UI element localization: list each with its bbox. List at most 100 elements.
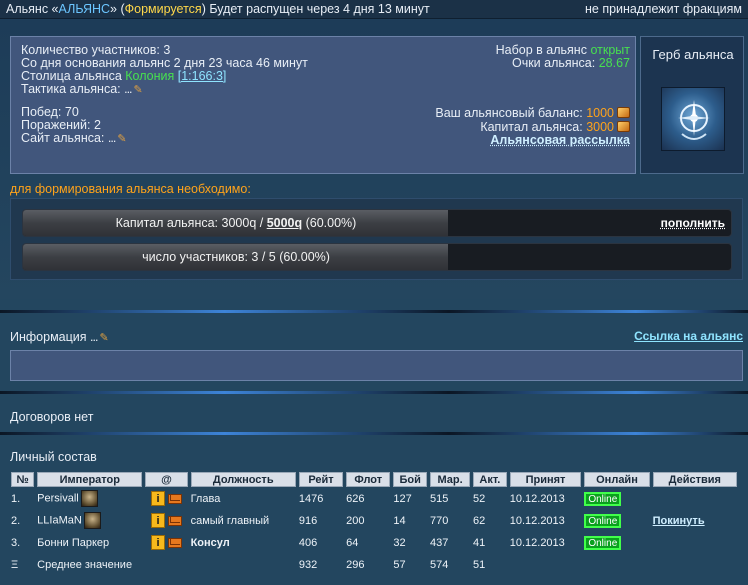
capital-name: Колония bbox=[125, 69, 175, 83]
player-name[interactable]: LLIaMaN bbox=[37, 514, 82, 526]
row-icons: i bbox=[145, 488, 187, 509]
alliance-emblem-panel: Герб альянса bbox=[640, 36, 744, 174]
row-joined: 10.12.2013 bbox=[509, 492, 565, 505]
avg-battle: 57 bbox=[393, 558, 406, 571]
col-joined[interactable]: Принят bbox=[509, 472, 582, 487]
divider bbox=[0, 432, 748, 435]
tactics-label: Тактика альянса: bbox=[21, 82, 125, 96]
emblem-image bbox=[661, 87, 725, 151]
info-icon[interactable]: i bbox=[151, 491, 166, 506]
info-icon[interactable]: i bbox=[151, 513, 166, 528]
row-action: Покинуть bbox=[653, 510, 737, 531]
col-mail: @ bbox=[145, 472, 188, 487]
members-table: № Император @ Должность Рейт Флот Бой Ма… bbox=[8, 471, 740, 576]
row-fleet: 200 bbox=[346, 514, 365, 527]
row-num: 3. bbox=[11, 536, 21, 549]
row-mar: 770 bbox=[430, 514, 449, 527]
mail-icon[interactable] bbox=[168, 515, 183, 526]
points-row: Очки альянса: 28.67 bbox=[512, 57, 630, 70]
leave-alliance-button[interactable]: Покинуть bbox=[653, 515, 705, 527]
row-online-cell: Online bbox=[584, 510, 649, 531]
online-badge: Online bbox=[584, 535, 622, 550]
site-value: ... bbox=[107, 131, 116, 145]
row-act: 52 bbox=[473, 492, 486, 505]
row-num: 1. bbox=[11, 492, 21, 505]
treaties-title: Договоров нет bbox=[10, 410, 94, 424]
alliance-suffix-1: » ( bbox=[110, 2, 125, 16]
requirements-panel: Капитал альянса: 3000q / 5000q (60.00%) … bbox=[10, 198, 743, 280]
row-icons: i bbox=[145, 510, 187, 531]
info-title: Информация ... ✎ bbox=[10, 330, 113, 344]
capital-coords-link[interactable]: [1:166:3] bbox=[178, 69, 227, 83]
emblem-title: Герб альянса bbox=[652, 47, 734, 62]
row-icons: i bbox=[145, 532, 187, 553]
row-action bbox=[653, 532, 737, 553]
alliance-stats-panel: Количество участников: 3 Со дня основани… bbox=[10, 36, 636, 174]
points-value: 28.67 bbox=[598, 56, 630, 70]
row-mar: 515 bbox=[430, 492, 449, 505]
balance-value: 1000 bbox=[586, 106, 614, 120]
col-mar[interactable]: Мар. bbox=[430, 472, 471, 487]
capital-progress-text: Капитал альянса: 3000q / 5000q (60.00%) bbox=[23, 210, 449, 236]
col-act[interactable]: Акт. bbox=[473, 472, 507, 487]
mailing-row: Альянсовая рассылка bbox=[490, 134, 630, 147]
top-status-bar: Альянс «АЛЬЯНС» (Формируется) Будет расп… bbox=[0, 0, 748, 19]
info-icon[interactable]: i bbox=[151, 535, 166, 550]
col-actions: Действия bbox=[652, 472, 737, 487]
row-battle: 127 bbox=[393, 492, 412, 505]
avatar bbox=[80, 490, 98, 507]
members-progress-text: число участников: 3 / 5 (60.00%) bbox=[142, 250, 330, 264]
player-name[interactable]: Бонни Паркер bbox=[37, 537, 109, 549]
capital-progress-bar: Капитал альянса: 3000q / 5000q (60.00%) … bbox=[22, 209, 732, 237]
table-row: 2. LLIaMaN i самый главный 916 200 14 77… bbox=[11, 510, 737, 531]
capital-progress-before: Капитал альянса: 3000q / bbox=[115, 216, 267, 230]
avg-fleet: 296 bbox=[346, 558, 365, 571]
row-joined: 10.12.2013 bbox=[509, 536, 565, 549]
col-role[interactable]: Должность bbox=[190, 472, 296, 487]
capital-progress-after: (60.00%) bbox=[302, 216, 357, 230]
balance-row: Ваш альянсовый баланс: 1000 bbox=[435, 107, 630, 120]
row-mar: 437 bbox=[430, 536, 449, 549]
col-battle[interactable]: Бой bbox=[393, 472, 428, 487]
site-label: Сайт альянса: bbox=[21, 131, 108, 145]
table-row: 3. Бонни Паркер i Консул 406 64 32 437 4… bbox=[11, 532, 737, 553]
pencil-icon[interactable]: ✎ bbox=[134, 85, 148, 96]
mail-icon[interactable] bbox=[168, 493, 183, 504]
avatar bbox=[83, 512, 101, 529]
pencil-icon[interactable]: ✎ bbox=[117, 134, 131, 145]
row-fleet: 626 bbox=[346, 492, 365, 505]
alliance-link[interactable]: Ссылка на альянс bbox=[634, 329, 743, 343]
alliance-prefix: Альянс « bbox=[6, 2, 59, 16]
col-online[interactable]: Онлайн bbox=[584, 472, 650, 487]
pencil-icon[interactable]: ✎ bbox=[99, 333, 113, 344]
coin-icon[interactable] bbox=[617, 121, 630, 132]
player-name[interactable]: Persivall bbox=[37, 492, 79, 504]
col-fleet[interactable]: Флот bbox=[346, 472, 391, 487]
row-num: 2. bbox=[11, 514, 21, 527]
average-row: Ξ Среднее значение 932 296 57 574 51 bbox=[11, 554, 737, 575]
recruit-label: Набор в альянс bbox=[495, 43, 591, 57]
emblem-icon bbox=[678, 100, 710, 140]
row-act: 41 bbox=[473, 536, 486, 549]
mail-icon[interactable] bbox=[168, 537, 183, 548]
coin-icon[interactable] bbox=[617, 107, 630, 118]
row-name-cell: LLIaMaN bbox=[37, 510, 142, 531]
info-box bbox=[10, 350, 743, 381]
row-role: Глава bbox=[190, 492, 221, 505]
site-row: Сайт альянса: ... ✎ bbox=[21, 132, 131, 145]
faction-status: не принадлежит фракциям bbox=[585, 2, 742, 16]
avg-rate: 932 bbox=[298, 558, 318, 571]
capital-money-label: Капитал альянса: bbox=[480, 120, 587, 134]
online-badge: Online bbox=[584, 513, 622, 528]
row-act: 62 bbox=[473, 514, 486, 527]
top-up-button[interactable]: пополнить bbox=[661, 210, 725, 236]
col-rate[interactable]: Рейт bbox=[298, 472, 344, 487]
avg-empty bbox=[584, 554, 649, 575]
col-emperor[interactable]: Император bbox=[37, 472, 143, 487]
balance-label: Ваш альянсовый баланс: bbox=[435, 106, 587, 120]
online-badge: Online bbox=[584, 491, 622, 506]
alliance-mailing-link[interactable]: Альянсовая рассылка bbox=[490, 133, 630, 147]
tactics-row: Тактика альянса: ... ✎ bbox=[21, 83, 148, 96]
capital-progress-target: 5000q bbox=[266, 216, 303, 230]
table-row: 1. Persivall i Глава 1476 626 127 515 52… bbox=[11, 488, 737, 509]
